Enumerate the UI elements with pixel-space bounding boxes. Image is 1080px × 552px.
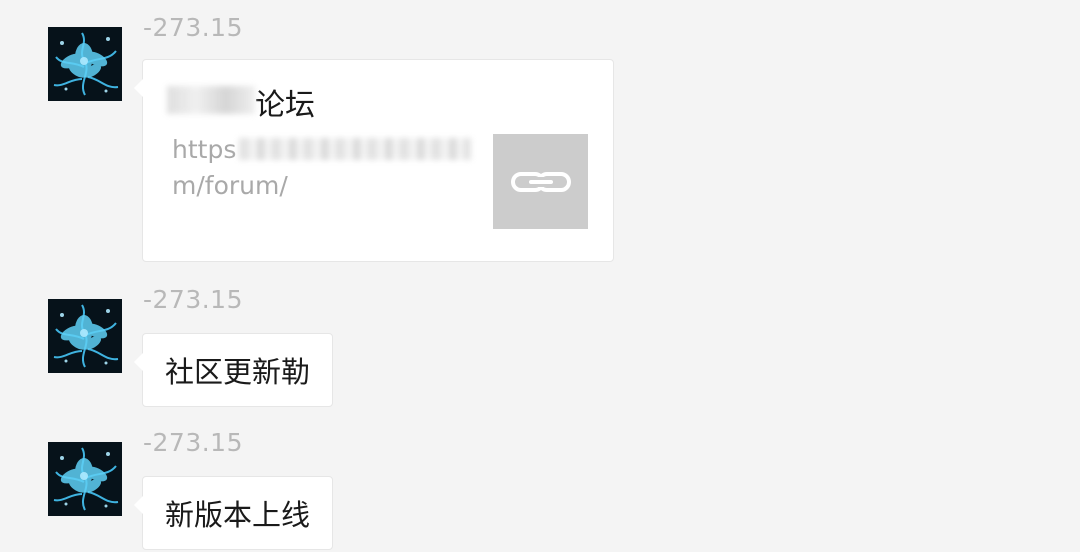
message-bubble[interactable]: 社区更新勒	[133, 333, 334, 407]
blue-flower-avatar-icon	[48, 299, 122, 373]
sender-name: -273.15	[143, 428, 243, 457]
blue-flower-avatar-icon	[48, 27, 122, 101]
message-bubble[interactable]: 新版本上线	[133, 476, 334, 550]
chat-message-list: -273.15 论坛 https m/forum/ -273.15 社区更新勒 …	[0, 0, 1080, 552]
avatar[interactable]	[48, 442, 122, 516]
blurred-redaction	[167, 86, 255, 114]
blue-flower-avatar-icon	[48, 442, 122, 516]
sender-name: -273.15	[143, 13, 243, 42]
avatar[interactable]	[48, 27, 122, 101]
blurred-url-redaction	[239, 138, 471, 160]
link-card[interactable]: 论坛 https m/forum/	[134, 59, 614, 262]
sender-name: -273.15	[143, 285, 243, 314]
link-thumbnail	[493, 134, 588, 229]
avatar[interactable]	[48, 299, 122, 373]
link-icon	[510, 171, 571, 192]
